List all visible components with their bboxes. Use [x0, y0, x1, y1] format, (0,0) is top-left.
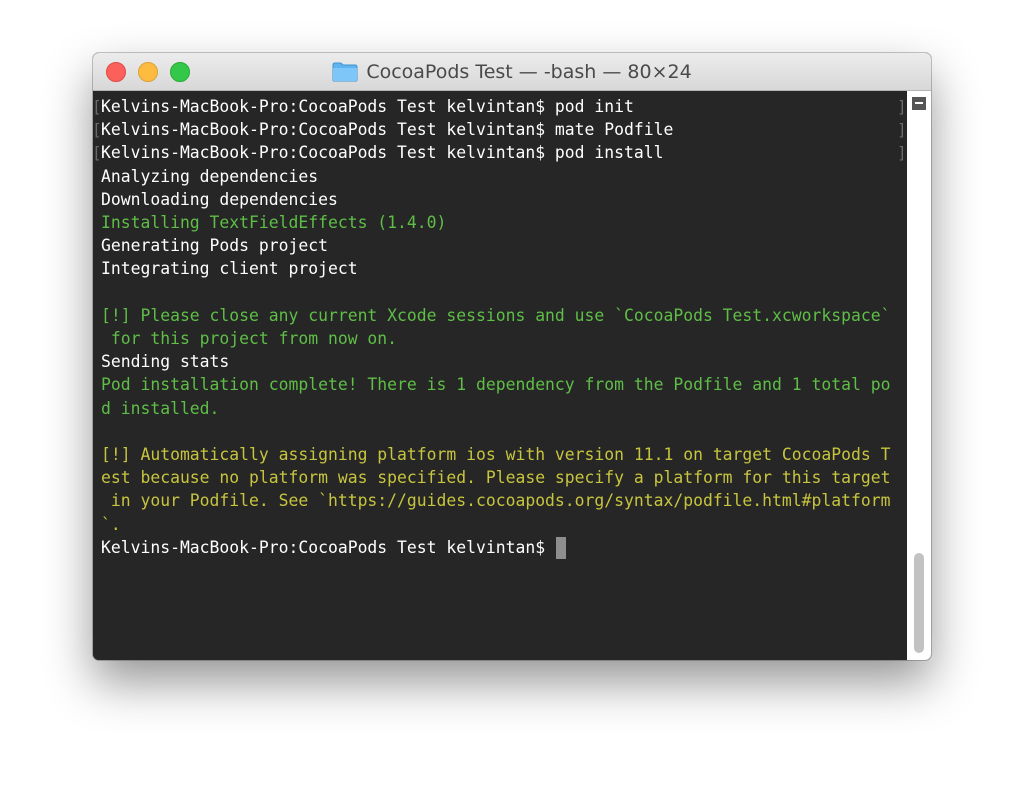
terminal-line: Generating Pods project [101, 236, 328, 256]
terminal-line: in your Podfile. See `https://guides.coc… [101, 491, 891, 511]
terminal-line: Downloading dependencies [101, 189, 338, 209]
line-mark-right: ] [897, 120, 907, 140]
terminal-line: Kelvins-MacBook-Pro:CocoaPods Test kelvi… [101, 537, 555, 557]
window-title-area: CocoaPods Test — -bash — 80×24 [93, 53, 931, 90]
folder-icon [332, 62, 358, 81]
terminal-line: [!] Automatically assigning platform ios… [101, 445, 891, 464]
text-cursor [556, 536, 567, 559]
line-mark-right: ] [897, 97, 907, 116]
terminal-line: Kelvins-MacBook-Pro:CocoaPods Test kelvi… [101, 143, 664, 163]
terminal-line: Pod installation complete! There is 1 de… [101, 375, 891, 395]
scrollbar[interactable] [907, 91, 931, 660]
window-title: CocoaPods Test — -bash — 80×24 [366, 60, 692, 83]
terminal-window: CocoaPods Test — -bash — 80×24 Kelvins-M… [93, 53, 931, 660]
terminal-line: Analyzing dependencies [101, 166, 319, 186]
terminal-line: Kelvins-MacBook-Pro:CocoaPods Test kelvi… [101, 120, 674, 140]
line-mark-left: [ [93, 95, 102, 118]
terminal-line: [!] Please close any current Xcode sessi… [101, 305, 891, 325]
terminal-output[interactable]: Kelvins-MacBook-Pro:CocoaPods Test kelvi… [93, 91, 907, 660]
line-mark-left: [ [93, 118, 102, 141]
title-bar[interactable]: CocoaPods Test — -bash — 80×24 [93, 53, 931, 91]
terminal-line: Integrating client project [101, 259, 358, 279]
terminal-line: est because no platform was specified. P… [101, 468, 891, 488]
terminal-line: `. [101, 514, 121, 534]
scrollbar-thumb[interactable] [914, 553, 924, 653]
terminal-line: Installing TextFieldEffects (1.4.0) [101, 213, 447, 232]
split-pane-icon[interactable] [912, 97, 926, 110]
terminal-line: d installed. [101, 398, 220, 418]
line-mark-right: ] [897, 143, 907, 163]
terminal-line: Kelvins-MacBook-Pro:CocoaPods Test kelvi… [101, 97, 634, 116]
terminal-line: Sending stats [101, 352, 230, 372]
terminal-line: for this project from now on. [101, 329, 398, 348]
line-mark-left: [ [93, 141, 102, 164]
